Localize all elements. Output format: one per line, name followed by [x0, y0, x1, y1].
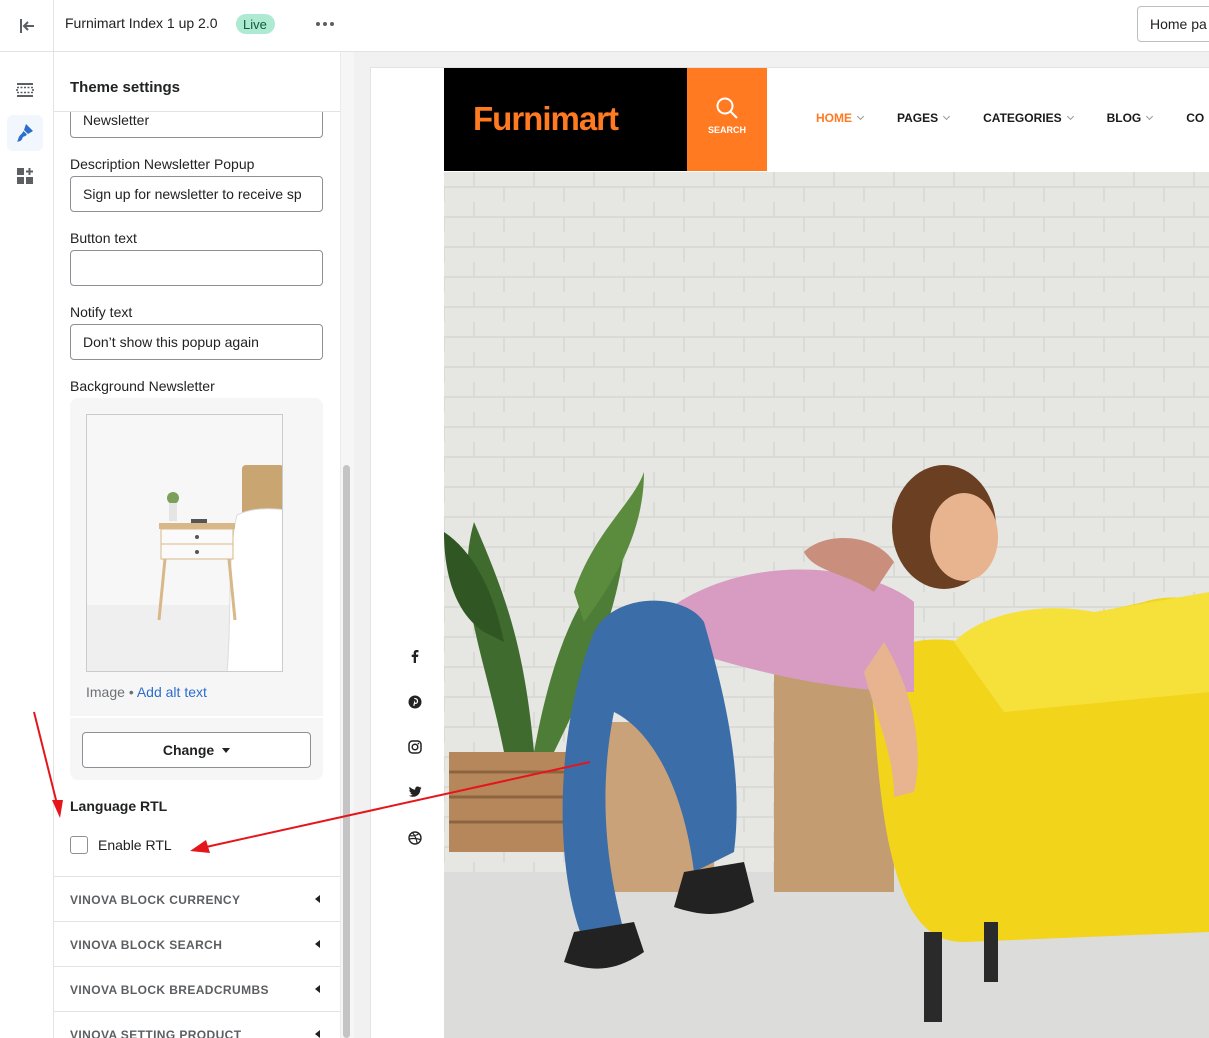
- panel-header: Theme settings: [54, 52, 340, 112]
- site-logo: Furnimart: [473, 100, 619, 137]
- change-image-label: Change: [162, 742, 215, 758]
- theme-settings-panel: Theme settings Newsletter Description Ne…: [54, 52, 340, 1038]
- sections-button[interactable]: [7, 72, 43, 108]
- facebook-icon[interactable]: [407, 648, 423, 664]
- nav-item-blog[interactable]: BLOG: [1106, 111, 1154, 125]
- nightstand-image: [87, 415, 282, 671]
- chevron-down-icon: [943, 112, 951, 121]
- status-badge-label: Live: [243, 16, 267, 32]
- background-image-thumbnail[interactable]: [86, 414, 283, 672]
- image-picker: Image • Add alt text Change: [70, 398, 323, 780]
- button-text-label: Button text: [70, 230, 137, 246]
- add-alt-text-link[interactable]: Add alt text: [137, 684, 207, 700]
- nav-item-home[interactable]: HOME: [816, 111, 865, 125]
- site-search-button[interactable]: SEARCH: [687, 68, 767, 171]
- dribbble-icon[interactable]: [407, 830, 423, 846]
- dot-icon: [316, 22, 320, 26]
- description-label: Description Newsletter Popup: [70, 156, 255, 172]
- paintbrush-icon: [17, 124, 33, 142]
- site-nav: HOME PAGES CATEGORIES BLOG CO: [816, 111, 1209, 125]
- caret-left-icon: [315, 895, 320, 903]
- accordion-currency[interactable]: VINOVA BLOCK CURRENCY: [54, 876, 340, 921]
- enable-rtl-checkbox[interactable]: [70, 836, 88, 854]
- chevron-down-icon: [856, 112, 865, 121]
- page-selector[interactable]: Home pa: [1137, 6, 1209, 42]
- editor-rail: [0, 52, 54, 1038]
- nav-item-label: CATEGORIES: [983, 111, 1062, 125]
- sections-icon: [16, 83, 34, 97]
- background-newsletter-label: Background Newsletter: [70, 378, 215, 394]
- enable-rtl-label: Enable RTL: [98, 837, 172, 853]
- twitter-icon[interactable]: [407, 784, 423, 800]
- chevron-down-icon: [1146, 112, 1154, 121]
- pinterest-icon[interactable]: [407, 694, 423, 710]
- accordion-label: VINOVA BLOCK SEARCH: [70, 938, 223, 952]
- accordion-setting-product[interactable]: VINOVA SETTING PRODUCT: [54, 1011, 340, 1038]
- nav-item-pages[interactable]: PAGES: [897, 111, 951, 125]
- theme-settings-button[interactable]: [7, 115, 43, 151]
- apps-icon: [17, 168, 33, 184]
- site-logo-box[interactable]: Furnimart: [444, 68, 687, 171]
- theme-name: Furnimart Index 1 up 2.0: [65, 15, 218, 31]
- accordion-label: VINOVA BLOCK BREADCRUMBS: [70, 983, 269, 997]
- caret-down-icon: [222, 747, 231, 753]
- hero-photo: [444, 172, 1209, 1038]
- nav-item-label: CO: [1186, 111, 1205, 125]
- more-actions-button[interactable]: [312, 12, 338, 36]
- dot-icon: [323, 22, 327, 26]
- panel-title: Theme settings: [70, 79, 181, 96]
- search-icon: [716, 97, 738, 119]
- status-badge: Live: [236, 14, 275, 34]
- image-divider: [70, 716, 323, 718]
- nav-item-label: BLOG: [1106, 111, 1142, 125]
- nav-item-contact[interactable]: CO: [1186, 111, 1204, 125]
- accordion-label: VINOVA SETTING PRODUCT: [70, 1028, 242, 1038]
- language-rtl-heading: Language RTL: [70, 798, 168, 814]
- search-label: SEARCH: [707, 125, 746, 135]
- hero-banner-image: [444, 172, 1209, 1038]
- image-meta-prefix: Image: [86, 684, 125, 700]
- apps-button[interactable]: [7, 158, 43, 194]
- instagram-icon[interactable]: [407, 739, 423, 755]
- change-image-button[interactable]: Change: [82, 732, 311, 768]
- button-text-input[interactable]: [70, 250, 323, 286]
- nav-item-label: PAGES: [897, 111, 939, 125]
- exit-icon: [19, 19, 34, 33]
- caret-left-icon: [315, 1030, 320, 1038]
- accordion-breadcrumbs[interactable]: VINOVA BLOCK BREADCRUMBS: [54, 966, 340, 1011]
- editor-topbar: Furnimart Index 1 up 2.0 Live Home pa: [0, 0, 1209, 52]
- chevron-down-icon: [1066, 112, 1074, 121]
- caret-left-icon: [315, 985, 320, 993]
- nav-item-label: HOME: [816, 111, 852, 125]
- panel-scrollbar-thumb[interactable]: [343, 465, 350, 1038]
- exit-editor-button[interactable]: [0, 0, 54, 52]
- description-input[interactable]: Sign up for newsletter to receive sp: [70, 176, 323, 212]
- accordion-label: VINOVA BLOCK CURRENCY: [70, 893, 241, 907]
- notify-text-label: Notify text: [70, 304, 133, 320]
- dot-icon: [330, 22, 334, 26]
- image-meta: Image • Add alt text: [86, 684, 207, 700]
- caret-left-icon: [315, 940, 320, 948]
- accordion-search[interactable]: VINOVA BLOCK SEARCH: [54, 921, 340, 966]
- enable-rtl-row[interactable]: Enable RTL: [70, 836, 172, 854]
- notify-text-input[interactable]: Don’t show this popup again: [70, 324, 323, 360]
- image-meta-separator: •: [128, 684, 134, 700]
- storefront-preview: Furnimart SEARCH HOME PAGES CATEGORIES B…: [370, 67, 1209, 1038]
- nav-item-categories[interactable]: CATEGORIES: [983, 111, 1074, 125]
